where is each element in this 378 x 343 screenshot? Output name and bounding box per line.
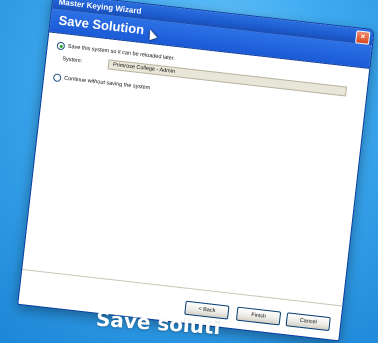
- wizard-window: Master Keying Wizard × Save Solution Sav…: [17, 0, 375, 342]
- wizard-content: Save this system so it can be reloaded l…: [18, 32, 370, 341]
- system-label: System:: [62, 56, 83, 65]
- close-button[interactable]: ×: [355, 30, 371, 45]
- cancel-button[interactable]: Cancel: [285, 312, 331, 332]
- continue-option-label: Continue without saving the system: [63, 75, 151, 92]
- footer-divider: [22, 268, 343, 307]
- continue-option[interactable]: Continue without saving the system: [52, 73, 151, 92]
- continue-option-radio[interactable]: [52, 73, 62, 83]
- save-option-radio[interactable]: [56, 41, 66, 51]
- finish-button[interactable]: Finish: [235, 306, 282, 326]
